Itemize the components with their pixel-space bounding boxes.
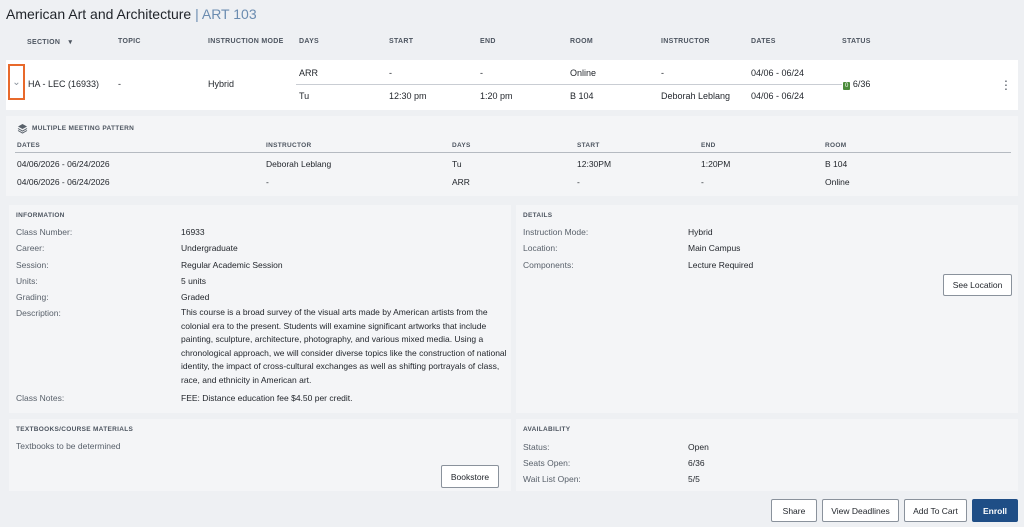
location-label: Location:	[523, 243, 558, 253]
information-title: INFORMATION	[16, 212, 65, 219]
mp-row1-days: Tu	[452, 159, 462, 169]
see-location-button[interactable]: See Location	[943, 274, 1012, 296]
course-code: ART 103	[201, 6, 257, 22]
mp-row1-start: 12:30PM	[577, 159, 612, 169]
mp-header-end: END	[701, 142, 716, 149]
status-cell: 0 6/36	[843, 79, 870, 90]
mp-row2-room: Online	[825, 177, 850, 187]
availability-title: AVAILABILITY	[523, 426, 571, 433]
class-number-value: 16933	[181, 227, 205, 237]
class-notes-value: FEE: Distance education fee $4.50 per cr…	[181, 393, 353, 403]
mp-row2-instructor: -	[266, 177, 269, 187]
mp-header-instructor: INSTRUCTOR	[266, 142, 312, 149]
column-header-status: STATUS	[842, 38, 871, 45]
mp-header-divider	[15, 152, 1011, 153]
mp-row2-days: ARR	[452, 177, 470, 187]
title-separator: |	[195, 6, 199, 22]
units-value: 5 units	[181, 276, 207, 286]
seats-open-label: Seats Open:	[523, 458, 571, 468]
career-value: Undergraduate	[181, 243, 238, 253]
meeting1-instructor: -	[661, 68, 664, 78]
bookstore-button[interactable]: Bookstore	[441, 465, 499, 488]
column-header-end: END	[480, 38, 496, 45]
layers-icon	[17, 123, 28, 134]
chevron-down-icon: ⌄	[12, 76, 21, 88]
meeting-pattern-title: MULTIPLE MEETING PATTERN	[32, 125, 135, 132]
waitlist-open-value: 5/5	[688, 474, 700, 484]
components-label: Components:	[523, 260, 574, 270]
column-header-topic: TOPIC	[118, 38, 141, 45]
availability-status-label: Status:	[523, 442, 550, 452]
textbooks-title: TEXTBOOKS/COURSE MATERIALS	[16, 426, 134, 433]
status-badge: 0	[843, 82, 851, 90]
meeting1-start: -	[389, 68, 392, 78]
location-value: Main Campus	[688, 243, 741, 253]
meeting-pattern-panel	[6, 116, 1018, 196]
description-value: This course is a broad survey of the vis…	[181, 307, 507, 385]
sort-caret-icon[interactable]: ▾	[68, 39, 72, 46]
session-label: Session:	[16, 260, 49, 270]
mp-header-room: ROOM	[825, 142, 847, 149]
mp-row2-end: -	[701, 177, 704, 187]
units-label: Units:	[16, 276, 38, 286]
column-header-dates: DATES	[751, 38, 776, 45]
section-header-label: SECTION	[27, 39, 61, 46]
waitlist-open-label: Wait List Open:	[523, 474, 581, 484]
grading-label: Grading:	[16, 292, 49, 302]
meeting-divider	[296, 84, 842, 85]
mp-row1-end: 1:20PM	[701, 159, 731, 169]
enroll-button[interactable]: Enroll	[972, 499, 1018, 522]
textbooks-text: Textbooks to be determined	[16, 441, 121, 451]
view-deadlines-button[interactable]: View Deadlines	[822, 499, 899, 522]
expand-toggle-button[interactable]: ⌄	[8, 64, 25, 100]
details-title: DETAILS	[523, 212, 553, 219]
mp-row2-start: -	[577, 177, 580, 187]
section-topic: -	[118, 79, 121, 89]
mp-row2-dates: 04/06/2026 - 06/24/2026	[17, 177, 110, 187]
mp-header-start: START	[577, 142, 600, 149]
section-id: HA - LEC (16933)	[28, 79, 100, 89]
add-to-cart-button[interactable]: Add To Cart	[904, 499, 967, 522]
column-header-mode: INSTRUCTION MODE	[208, 38, 284, 45]
details-panel	[516, 205, 1018, 413]
meeting2-room: B 104	[570, 91, 594, 101]
mp-row1-room: B 104	[825, 159, 848, 169]
session-value: Regular Academic Session	[181, 260, 283, 270]
column-header-start: START	[389, 38, 414, 45]
meeting2-end: 1:20 pm	[480, 91, 513, 101]
mp-row1-dates: 04/06/2026 - 06/24/2026	[17, 159, 110, 169]
column-header-section[interactable]: SECTION ▾	[27, 38, 72, 46]
availability-panel	[516, 419, 1018, 491]
description-label: Description:	[16, 308, 61, 318]
meeting2-dates: 04/06 - 06/24	[751, 91, 805, 101]
instruction-mode-value: Hybrid	[688, 227, 713, 237]
availability-status-value: Open	[688, 442, 709, 452]
mp-header-dates: DATES	[17, 142, 41, 149]
mp-row1-instructor: Deborah Leblang	[266, 159, 332, 169]
mp-header-days: DAYS	[452, 142, 471, 149]
column-header-instructor: INSTRUCTOR	[661, 38, 710, 45]
components-value: Lecture Required	[688, 260, 754, 270]
page-title: American Art and Architecture | ART 103	[6, 6, 257, 22]
course-title: American Art and Architecture	[6, 6, 192, 22]
share-button[interactable]: Share	[771, 499, 817, 522]
meeting2-start: 12:30 pm	[389, 91, 427, 101]
grading-value: Graded	[181, 292, 210, 302]
meeting2-days: Tu	[299, 91, 310, 101]
more-options-icon[interactable]: · · ·	[1000, 73, 1012, 95]
column-header-days: DAYS	[299, 38, 320, 45]
meeting1-dates: 04/06 - 06/24	[751, 68, 805, 78]
class-number-label: Class Number:	[16, 227, 73, 237]
seats-open-value: 6/36	[688, 458, 705, 468]
section-mode: Hybrid	[208, 79, 235, 89]
status-seats: 6/36	[852, 79, 871, 89]
instruction-mode-label: Instruction Mode:	[523, 227, 589, 237]
class-notes-label: Class Notes:	[16, 393, 65, 403]
meeting1-room: Online	[570, 68, 597, 78]
column-header-room: ROOM	[570, 38, 593, 45]
meeting1-end: -	[480, 68, 483, 78]
career-label: Career:	[16, 243, 45, 253]
meeting1-days: ARR	[299, 68, 319, 78]
meeting2-instructor: Deborah Leblang	[661, 91, 731, 101]
